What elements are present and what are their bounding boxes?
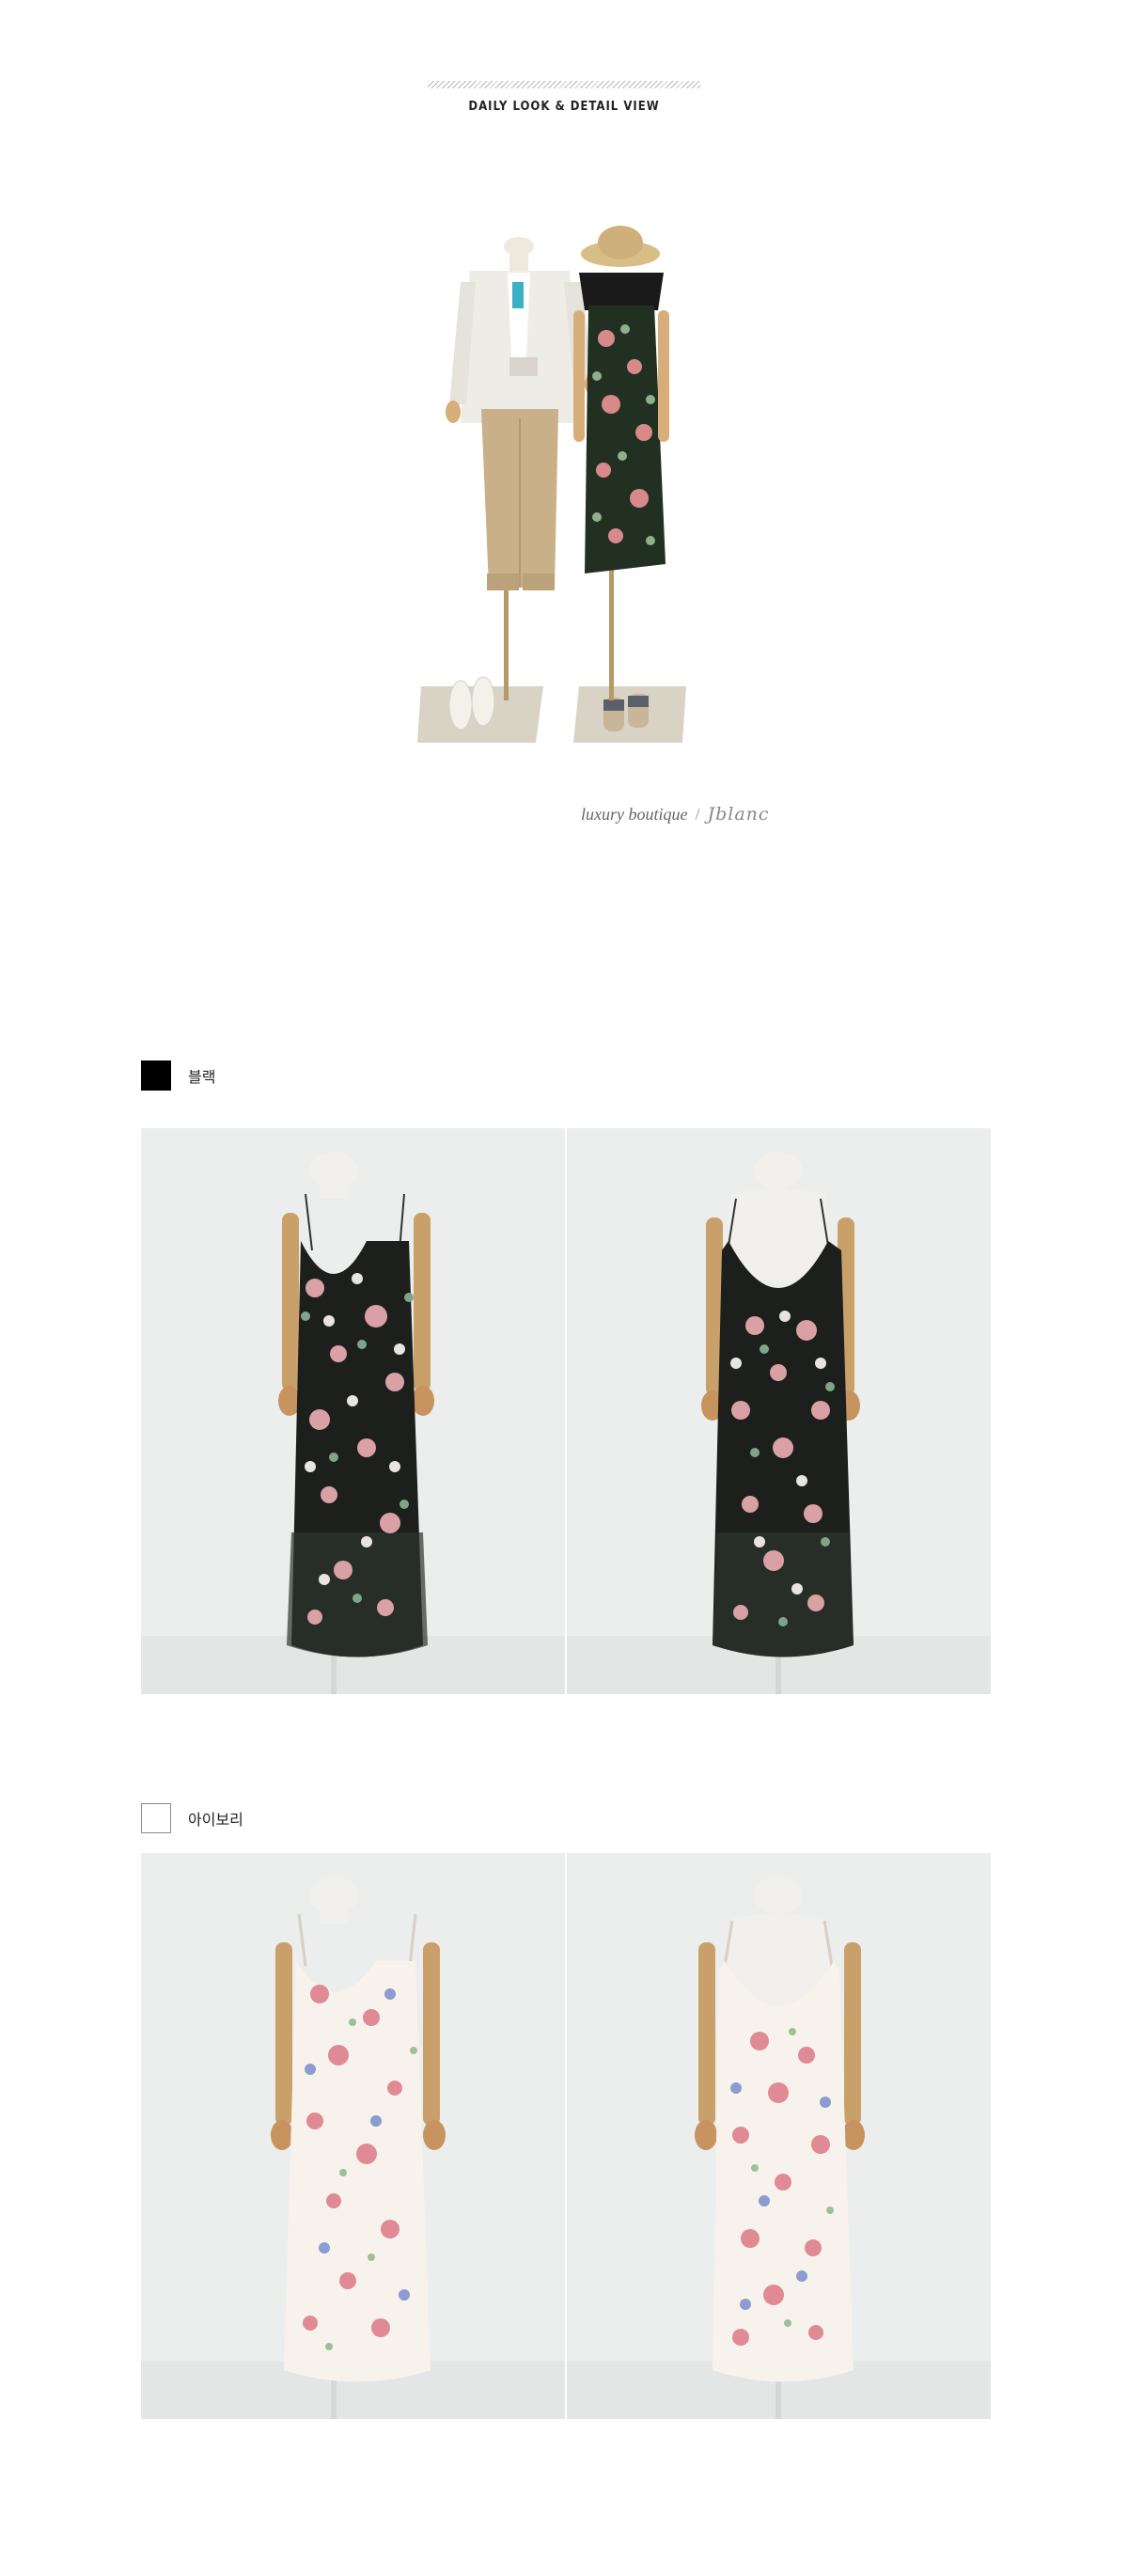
daily-look-image [404,216,724,752]
black-dress-front-photo [141,1128,565,1694]
ivory-swatch-icon [141,1803,171,1833]
black-swatch-icon [141,1060,171,1091]
color-option-ivory: 아이보리 [141,1802,243,1834]
color-option-black: 블랙 [141,1060,215,1092]
header-stripe [428,81,700,88]
page-title: DAILY LOOK & DETAIL VIEW [468,100,660,114]
color-name-black: 블랙 [188,1068,216,1086]
black-dress-back-photo [567,1128,991,1694]
ivory-dress-front-photo [141,1853,565,2419]
brand-separator: / [695,805,700,824]
brand-logo: Jblanc [707,804,770,825]
ivory-dress-back-photo [567,1853,991,2419]
brand-tagline: luxury boutique [581,805,688,824]
color-name-ivory: 아이보리 [188,1811,243,1829]
brand-signature: luxury boutique / Jblanc [581,804,770,825]
